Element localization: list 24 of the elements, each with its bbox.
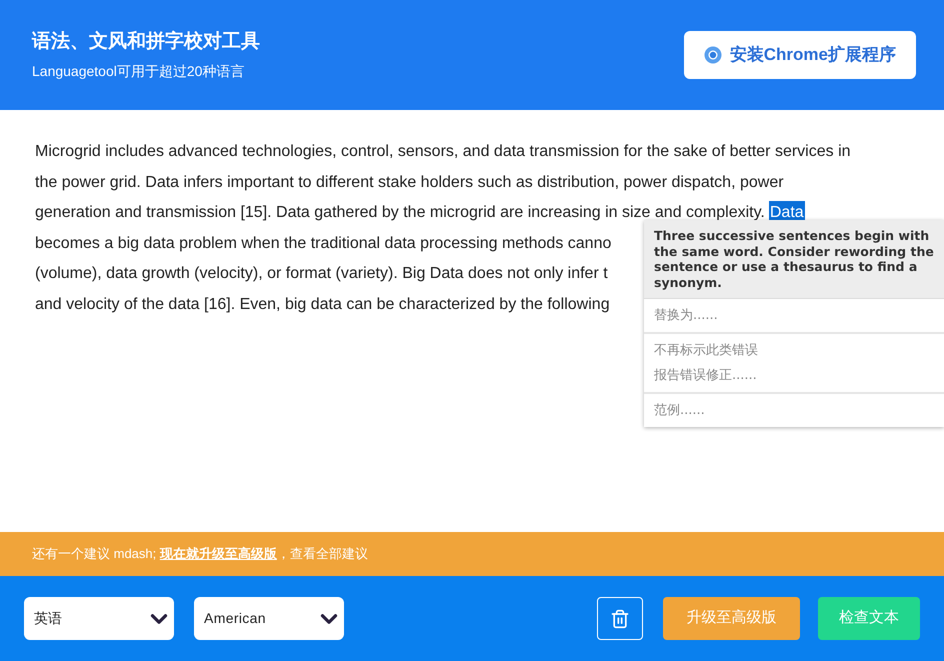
popup-menu-item[interactable]: 范例...... bbox=[644, 398, 944, 423]
upgrade-link[interactable]: 现在就升级至高级版 bbox=[160, 544, 277, 564]
text-line: becomes a big data problem when the traditional data processing methods canno bbox=[35, 234, 612, 254]
notice-text: ，查看全部建议 bbox=[276, 545, 368, 564]
popup-menu-item[interactable]: 报告错误修正...... bbox=[644, 363, 944, 388]
text-line: Microgrid includes advanced technologies, control, sensors, and data transmission for the sake of better services in bbox=[35, 142, 851, 162]
language-dropdown[interactable]: 英语 bbox=[24, 597, 174, 640]
variant-dropdown[interactable]: American bbox=[194, 597, 344, 640]
suggestion-message: Three successive sentences begin with the same word. Consider rewording the sentence or use a thesaurus to find a synonym. bbox=[654, 228, 934, 290]
app-subtitle: Languagetool可用于超过20种语言 bbox=[32, 62, 246, 81]
upgrade-button[interactable]: 升级至高级版 bbox=[663, 597, 800, 640]
popup-menu-item[interactable]: 不再标示此类错误 bbox=[644, 338, 944, 363]
browser-logo-icon bbox=[704, 46, 722, 64]
popup-menu-item[interactable]: 替换为...... bbox=[644, 303, 944, 328]
app-title: 语法、文风和拼字校对工具 bbox=[32, 30, 260, 54]
text-line: generation and transmission [15]. Data gathered by the microgrid are increasing in size and complexity. bbox=[35, 203, 765, 224]
notice-text: 还有一个建议 mdash; bbox=[32, 545, 158, 564]
text-line: and velocity of the data [16]. Even, big data can be characterized by the following bbox=[35, 294, 610, 315]
text-line: (volume), data growth (velocity), or format (variety). Big Data does not only infer t bbox=[35, 264, 608, 284]
check-text-button[interactable]: 检查文本 bbox=[818, 597, 920, 640]
text-line: the power grid. Data infers important to different stake holders such as distribution, power dispatch, power bbox=[35, 172, 784, 193]
install-extension-button[interactable]: 安装Chrome扩展程序 bbox=[684, 31, 916, 79]
delete-button[interactable] bbox=[597, 597, 643, 640]
trash-icon bbox=[610, 608, 630, 628]
